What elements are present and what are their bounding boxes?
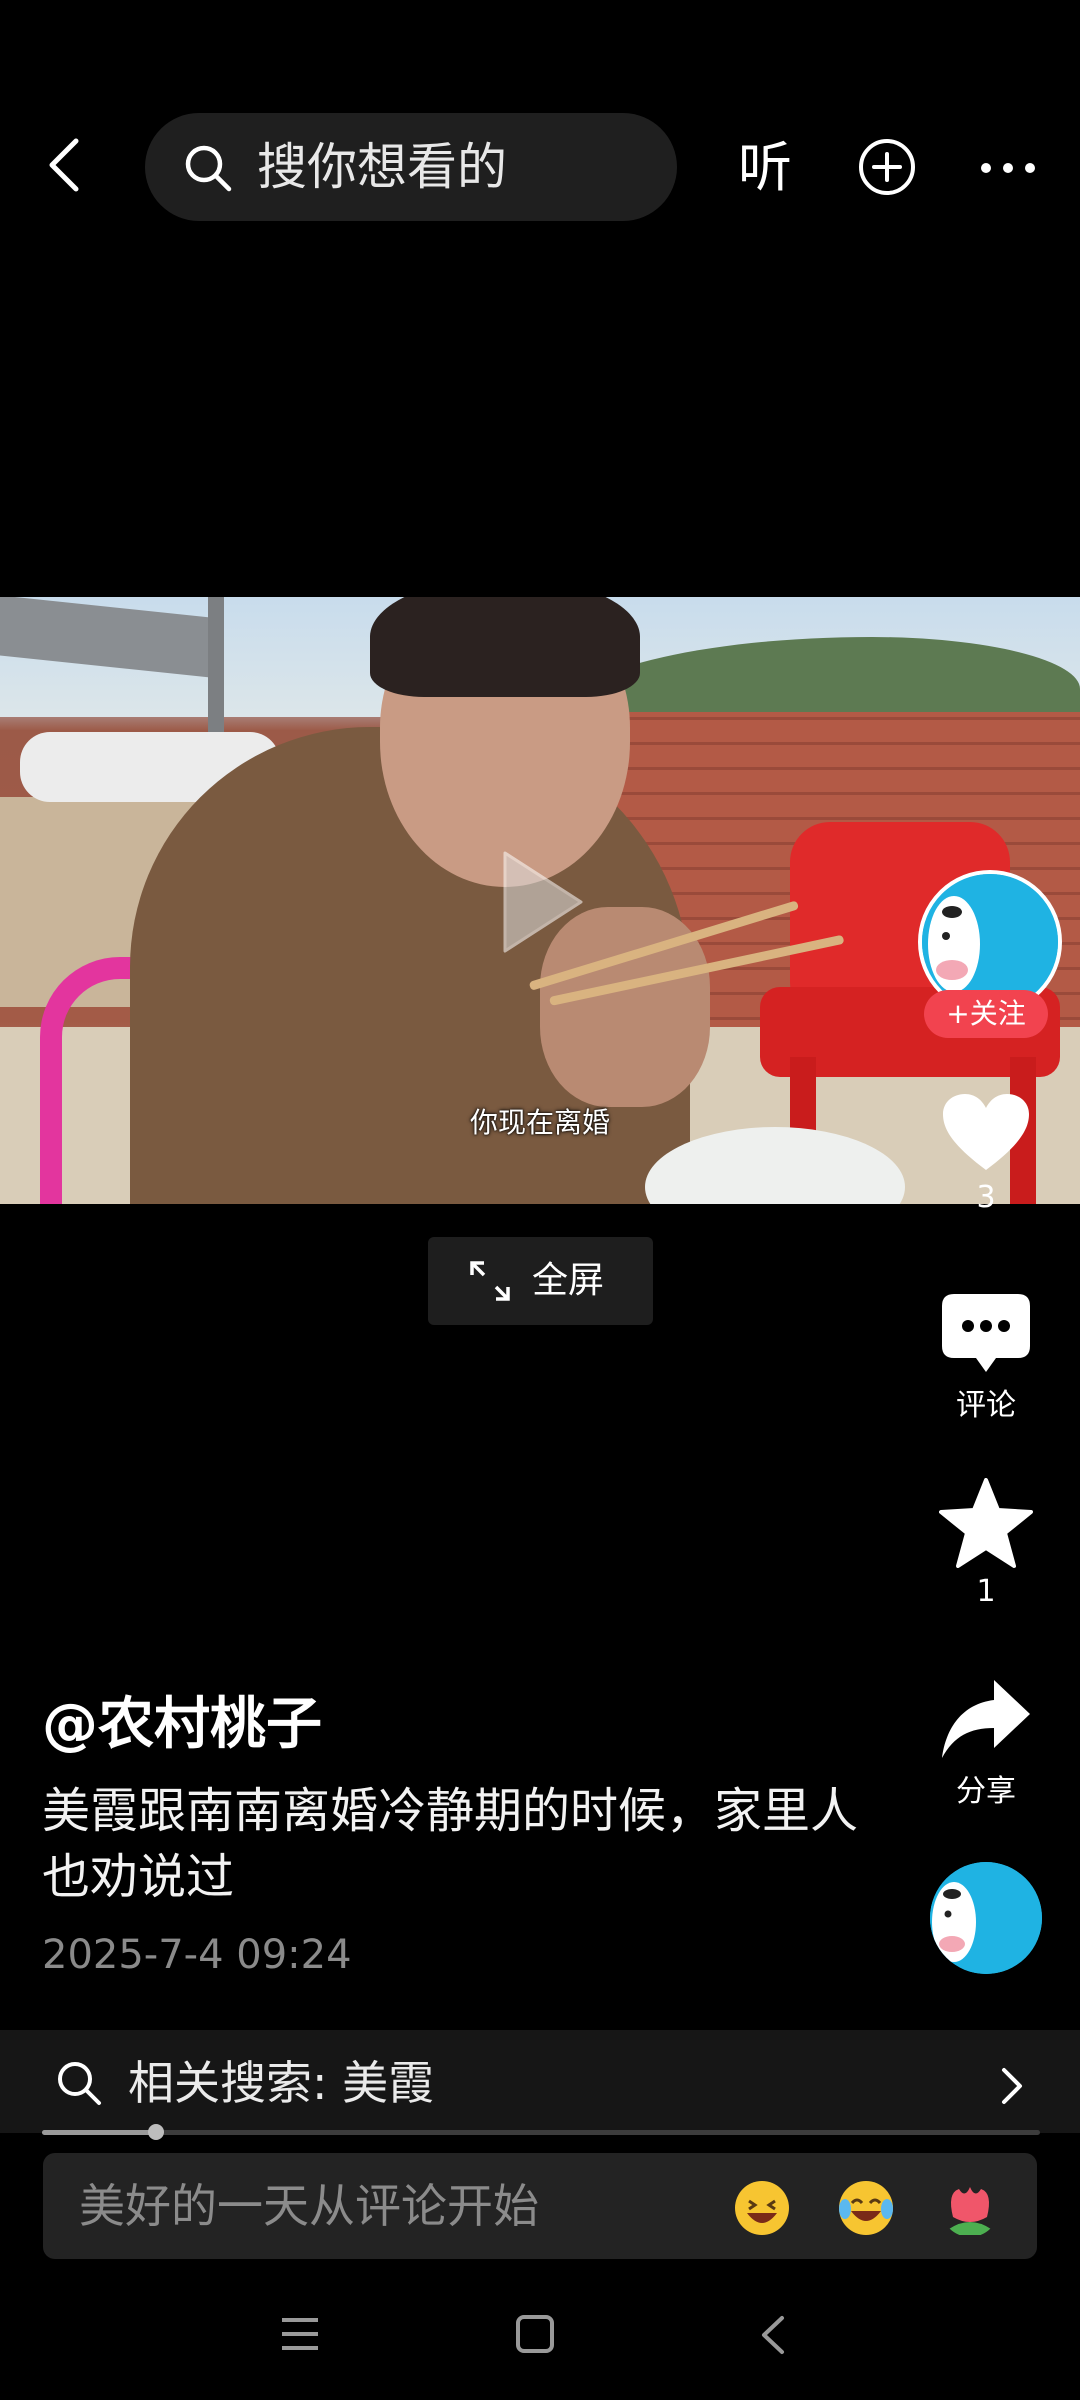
like-action[interactable]: 3: [916, 1092, 1056, 1215]
search-bar[interactable]: 搜你想看的: [145, 113, 677, 221]
post-caption: 美霞跟南南离婚冷静期的时候，家里人也劝说过: [42, 1783, 859, 1905]
star-icon: [939, 1478, 1033, 1568]
video-progress-knob[interactable]: [148, 2124, 164, 2140]
comment-icon: [942, 1294, 1030, 1372]
chevron-right-icon: [1002, 2068, 1022, 2104]
listen-button[interactable]: 听: [738, 138, 792, 198]
favorite-action[interactable]: 1: [916, 1478, 1056, 1609]
back-button[interactable]: [38, 135, 98, 195]
music-avatar[interactable]: [930, 1862, 1042, 1974]
share-label: 分享: [956, 1774, 1016, 1809]
comment-input[interactable]: 美好的一天从评论开始: [43, 2153, 1037, 2259]
add-icon: [859, 139, 915, 195]
laughing-crying-emoji-icon[interactable]: [837, 2179, 895, 2237]
fullscreen-button[interactable]: 全屏: [428, 1237, 653, 1325]
comment-label: 评论: [956, 1388, 1016, 1423]
expand-icon: [470, 1261, 510, 1301]
fullscreen-label: 全屏: [532, 1260, 605, 1301]
heart-icon: [943, 1094, 1029, 1170]
related-search-bar[interactable]: 相关搜索: 美霞: [0, 2030, 1080, 2133]
video-person-hair: [370, 597, 640, 697]
related-search-label: 相关搜索: 美霞: [128, 2056, 435, 2110]
back-nav-icon[interactable]: [758, 2314, 788, 2356]
video-progress-track[interactable]: [42, 2130, 1040, 2135]
more-icon: [981, 163, 1035, 173]
like-count: 3: [976, 1180, 996, 1215]
author-name[interactable]: @农村桃子: [42, 1690, 322, 1760]
grinning-emoji-icon[interactable]: [733, 2179, 791, 2237]
post-timestamp: 2025-7-4 09:24: [42, 1932, 352, 1978]
search-icon: [185, 145, 232, 192]
follow-button[interactable]: +关注: [924, 990, 1048, 1038]
home-nav-icon[interactable]: [515, 2314, 555, 2354]
comment-placeholder: 美好的一天从评论开始: [79, 2179, 539, 2233]
comment-action[interactable]: 评论: [916, 1292, 1056, 1424]
back-icon: [49, 138, 79, 192]
more-button[interactable]: [978, 160, 1038, 176]
play-icon[interactable]: [497, 847, 587, 957]
share-action[interactable]: 分享: [916, 1676, 1056, 1810]
flower-emoji-icon[interactable]: [941, 2179, 999, 2237]
system-navbar: [0, 2290, 1080, 2400]
search-placeholder: 搜你想看的: [257, 138, 507, 196]
favorite-count: 1: [976, 1574, 996, 1609]
cow-avatar-icon: [930, 1862, 1042, 1974]
share-icon: [942, 1680, 1030, 1758]
menu-nav-icon[interactable]: [278, 2314, 322, 2354]
add-button[interactable]: [858, 138, 916, 196]
search-icon: [58, 2062, 101, 2105]
video-progress-fill: [42, 2130, 152, 2135]
